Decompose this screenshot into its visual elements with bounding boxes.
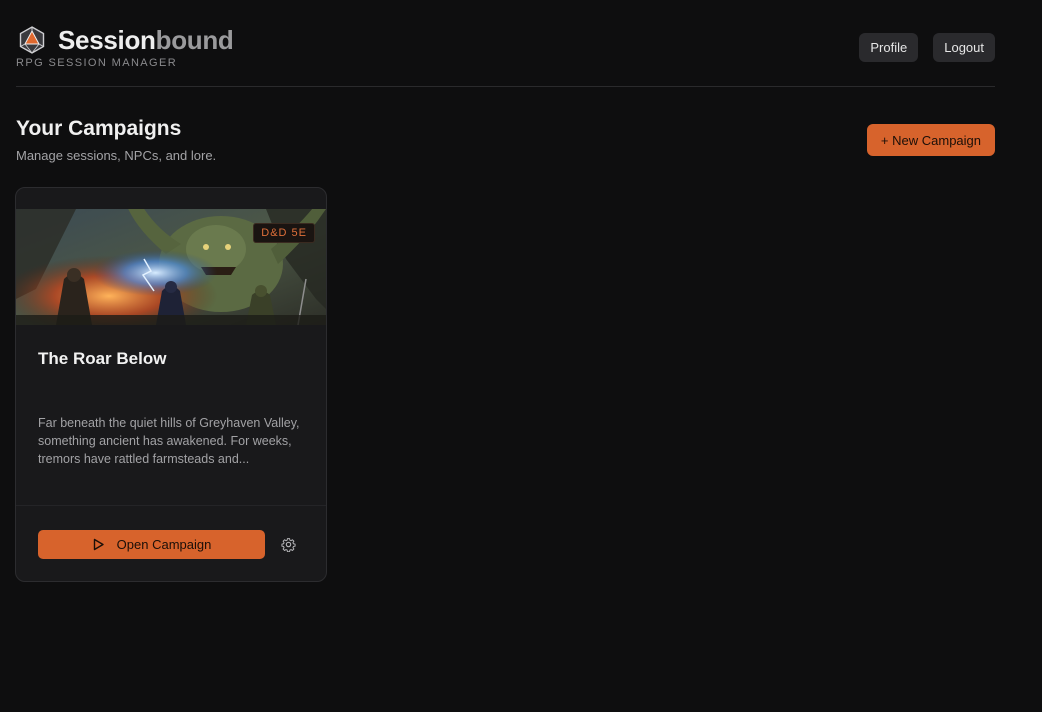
system-badge: D&D 5E	[253, 223, 315, 243]
open-campaign-button[interactable]: Open Campaign	[38, 530, 265, 559]
top-actions: Profile Logout	[859, 33, 995, 62]
page-subtitle: Manage sessions, NPCs, and lore.	[16, 148, 217, 163]
brand-tagline: RPG SESSION MANAGER	[16, 57, 178, 69]
brand-name-part1: Session	[58, 25, 156, 55]
campaign-card: D&D 5E The Roar Below Far beneath the qu…	[15, 187, 327, 582]
brand-name-part2: bound	[155, 25, 234, 55]
d20-die-icon	[19, 26, 45, 54]
logout-button[interactable]: Logout	[933, 33, 995, 62]
top-bar: Sessionbound RPG SESSION MANAGER Profile…	[16, 0, 995, 87]
play-icon	[93, 538, 104, 551]
campaign-cover-image[interactable]: D&D 5E	[16, 209, 326, 325]
new-campaign-button[interactable]: + New Campaign	[866, 124, 995, 156]
card-footer: Open Campaign	[16, 505, 326, 581]
app-page: Sessionbound RPG SESSION MANAGER Profile…	[0, 0, 1042, 712]
campaign-description: Far beneath the quiet hills of Greyhaven…	[38, 416, 300, 466]
brand-name: Sessionbound	[58, 25, 234, 55]
campaign-title[interactable]: The Roar Below	[38, 349, 166, 369]
page-title: Your Campaigns	[16, 117, 182, 140]
profile-button[interactable]: Profile	[859, 33, 919, 62]
open-campaign-label: Open Campaign	[116, 537, 212, 552]
gear-icon[interactable]	[281, 537, 296, 552]
